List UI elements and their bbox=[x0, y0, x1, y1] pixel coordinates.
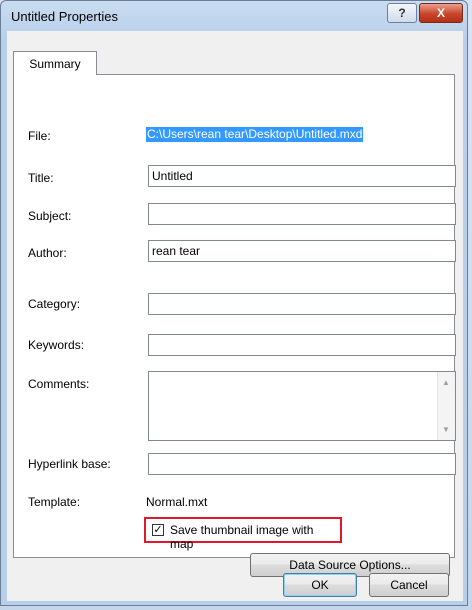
tab-summary[interactable]: Summary bbox=[13, 51, 97, 75]
file-label: File: bbox=[28, 129, 51, 143]
author-label: Author: bbox=[28, 246, 67, 260]
data-source-options-label: Data Source Options... bbox=[289, 558, 411, 572]
help-icon: ? bbox=[398, 6, 406, 20]
scroll-up-icon[interactable]: ▲ bbox=[442, 378, 450, 387]
subject-input[interactable] bbox=[148, 203, 456, 225]
cancel-label: Cancel bbox=[390, 578, 428, 592]
hyperlink-base-input[interactable] bbox=[148, 453, 456, 475]
close-button[interactable]: X bbox=[419, 3, 463, 23]
title-label: Title: bbox=[28, 171, 54, 185]
hyperlink-base-label: Hyperlink base: bbox=[28, 457, 111, 471]
file-path-value[interactable]: C:\Users\rean tear\Desktop\Untitled.mxd bbox=[146, 127, 364, 142]
close-icon: X bbox=[436, 6, 445, 20]
window-title: Untitled Properties bbox=[11, 9, 118, 24]
template-value: Normal.mxt bbox=[146, 495, 208, 509]
cancel-button[interactable]: Cancel bbox=[369, 573, 449, 597]
save-thumbnail-checkbox[interactable]: ✓ bbox=[152, 524, 164, 536]
save-thumbnail-label[interactable]: Save thumbnail image with map bbox=[170, 523, 340, 551]
keywords-label: Keywords: bbox=[28, 338, 85, 352]
title-bar[interactable]: Untitled Properties ? X bbox=[1, 1, 467, 31]
subject-label: Subject: bbox=[28, 209, 72, 223]
comments-label: Comments: bbox=[28, 377, 90, 391]
comments-scrollbar[interactable]: ▲ ▼ bbox=[437, 372, 455, 440]
keywords-input[interactable] bbox=[148, 334, 456, 356]
scroll-down-icon[interactable]: ▼ bbox=[442, 425, 450, 434]
ok-button[interactable]: OK bbox=[283, 573, 357, 597]
summary-panel: File: C:\Users\rean tear\Desktop\Untitle… bbox=[13, 74, 456, 577]
help-button[interactable]: ? bbox=[387, 3, 417, 23]
author-input[interactable] bbox=[148, 240, 456, 262]
thumbnail-highlight-box: ✓ Save thumbnail image with map bbox=[144, 517, 342, 551]
category-label: Category: bbox=[28, 297, 81, 311]
category-input[interactable] bbox=[148, 293, 456, 315]
tab-summary-label: Summary bbox=[29, 56, 81, 71]
ok-label: OK bbox=[311, 578, 329, 592]
template-label: Template: bbox=[28, 495, 81, 509]
comments-textarea[interactable]: ▲ ▼ bbox=[148, 371, 456, 441]
dialog-client-area: Summary File: C:\Users\rean tear\Desktop… bbox=[7, 31, 463, 601]
title-input[interactable] bbox=[148, 165, 456, 187]
properties-dialog: Untitled Properties ? X Summary File: C:… bbox=[0, 0, 468, 606]
